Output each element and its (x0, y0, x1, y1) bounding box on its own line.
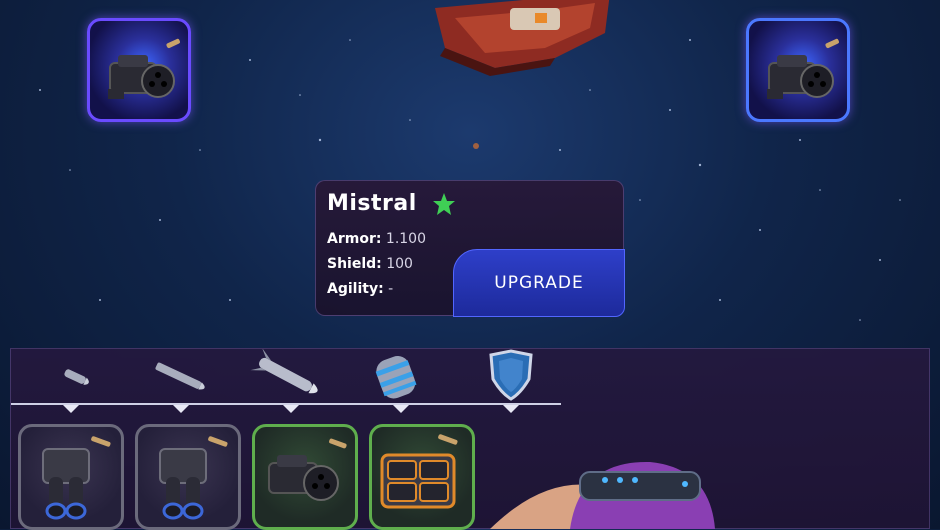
category-tabs (11, 349, 559, 413)
tab-bullet-small[interactable] (26, 349, 116, 413)
energy-cell-icon (375, 355, 417, 399)
stat-armor: Armor: 1.100 (327, 231, 426, 247)
spaceship (435, 0, 610, 76)
shield-icon (489, 349, 533, 401)
top-weapon-slot-right[interactable] (746, 18, 850, 122)
missile-pod-icon (380, 434, 458, 509)
inventory-item[interactable] (252, 424, 358, 530)
inventory-item[interactable] (135, 424, 241, 530)
inventory-item[interactable] (369, 424, 475, 530)
tab-bullet-large[interactable] (136, 349, 226, 413)
tab-missile[interactable] (246, 349, 336, 413)
missile-icon (250, 349, 318, 394)
tab-energy-cell[interactable] (356, 349, 446, 413)
stat-value: 1.100 (385, 231, 426, 247)
gatling-gun-icon (108, 38, 180, 99)
debris (473, 143, 479, 149)
inventory-panel (10, 348, 930, 530)
twin-cannon-icon (159, 436, 228, 520)
top-weapon-slot-left[interactable] (87, 18, 191, 122)
ship-name: Mistral (327, 191, 417, 216)
upgrade-button[interactable]: UPGRADE (453, 249, 625, 317)
pilot-character (490, 461, 715, 529)
tab-underline (11, 403, 561, 405)
tab-pointer (63, 405, 79, 413)
gatling-gun-icon (767, 38, 839, 99)
twin-cannon-icon (42, 436, 111, 520)
tab-pointer (283, 405, 299, 413)
stat-label: Shield: (327, 256, 382, 272)
bullet-large-icon (155, 362, 205, 390)
star-icon (433, 193, 455, 215)
stat-agility: Agility: - (327, 281, 393, 297)
gatling-gun-icon (268, 438, 347, 501)
tab-shield[interactable] (466, 349, 556, 413)
stat-label: Agility: (327, 281, 384, 297)
tab-pointer (173, 405, 189, 413)
stat-shield: Shield: 100 (327, 256, 413, 272)
bullet-small-icon (64, 369, 89, 385)
tab-pointer (503, 405, 519, 413)
stat-value: - (388, 281, 394, 297)
ship-info-card: Mistral Armor: 1.100 Shield: 100 Agility… (315, 180, 625, 317)
tab-pointer (393, 405, 409, 413)
stat-label: Armor: (327, 231, 382, 247)
stat-value: 100 (386, 256, 413, 272)
inventory-item[interactable] (18, 424, 124, 530)
